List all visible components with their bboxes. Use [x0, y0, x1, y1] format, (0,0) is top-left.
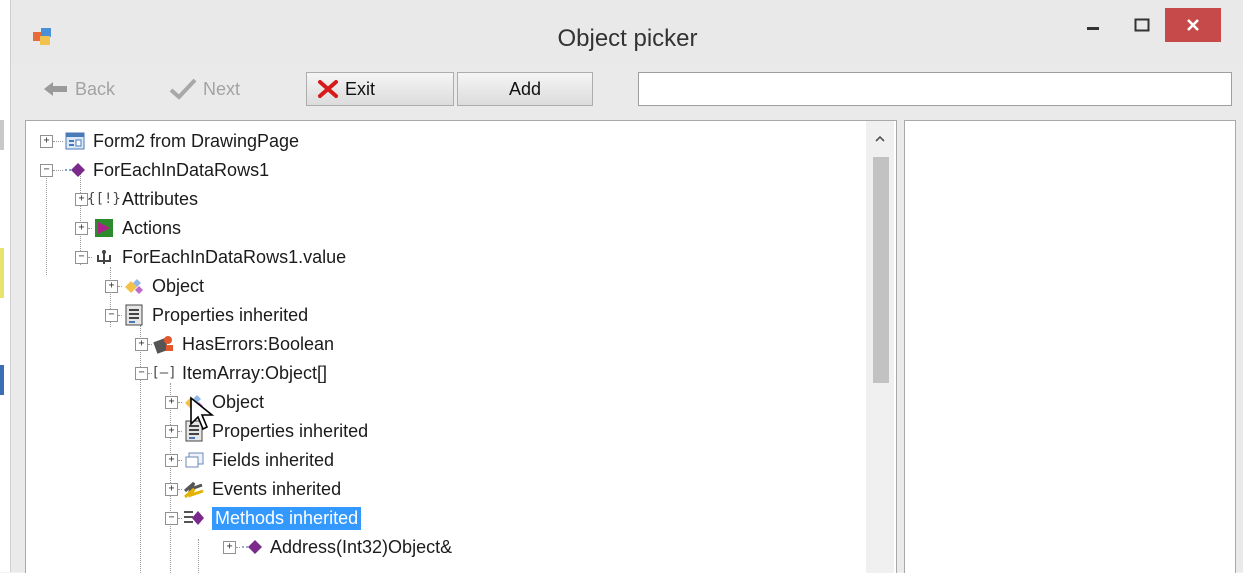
expand-toggle[interactable]: +: [165, 482, 178, 496]
tree-item-label: ItemArray:Object[]: [182, 362, 328, 383]
tree-item[interactable]: − ForEachInDataRows1: [40, 156, 269, 184]
array-icon: [–]: [151, 365, 177, 381]
details-panel: [904, 120, 1236, 573]
expand-toggle[interactable]: +: [75, 221, 88, 235]
scroll-up-button[interactable]: [866, 127, 894, 151]
collapse-toggle[interactable]: −: [165, 511, 178, 525]
window-title: Object picker: [557, 25, 698, 52]
attributes-icon: {[!}: [87, 191, 121, 207]
chevron-up-icon: [875, 135, 885, 142]
tree-connector: [53, 169, 63, 171]
tree-item-label: Fields inherited: [212, 449, 335, 470]
edge-mark: [0, 248, 4, 298]
expand-toggle[interactable]: +: [135, 337, 148, 351]
exit-button[interactable]: Exit: [306, 72, 454, 106]
mouse-cursor-icon: [190, 396, 215, 431]
back-button-label: Back: [75, 78, 116, 99]
maximize-icon: [1134, 18, 1150, 32]
tree-connector: [53, 140, 63, 142]
form-icon: [63, 130, 87, 152]
tree-item[interactable]: + Form2 from DrawingPage: [40, 127, 299, 155]
tree-item[interactable]: + Actions: [75, 214, 181, 242]
expand-toggle[interactable]: +: [165, 395, 178, 409]
tree-item-label: ForEachInDataRows1: [93, 159, 270, 180]
tree-item-label: Attributes: [122, 188, 199, 209]
tree-item[interactable]: − [–] ItemArray:Object[]: [135, 359, 327, 387]
tree-item-label: Object: [212, 391, 265, 412]
boolean-property-icon: [152, 333, 176, 355]
next-button-label: Next: [203, 78, 241, 99]
tree-item-label: Object: [152, 275, 205, 296]
back-arrow-icon: [44, 82, 67, 96]
expand-toggle[interactable]: +: [105, 279, 118, 293]
background-window-edge: [0, 0, 10, 572]
close-button[interactable]: [1165, 8, 1221, 42]
next-button[interactable]: Next: [159, 72, 289, 106]
tree-item-label: HasErrors:Boolean: [182, 333, 335, 354]
actions-icon: [92, 217, 116, 239]
expand-toggle[interactable]: +: [223, 540, 236, 554]
events-icon: [182, 478, 206, 500]
tree-item[interactable]: − ForEachInDataRows1.value: [75, 243, 346, 271]
node-icon: [63, 159, 87, 181]
tree-item-label: Events inherited: [212, 478, 342, 499]
add-button-label: Add: [508, 78, 542, 99]
edge-mark: [0, 365, 4, 395]
title-bar[interactable]: Object picker: [11, 0, 1243, 64]
properties-icon: [122, 304, 146, 326]
tree-item-label: Form2 from DrawingPage: [93, 130, 300, 151]
tree-item-label: Actions: [122, 217, 182, 238]
minimize-button[interactable]: [1070, 8, 1116, 42]
method-icon: [240, 536, 264, 558]
collapse-toggle[interactable]: −: [75, 250, 88, 264]
fields-icon: [182, 449, 206, 471]
value-icon: [92, 246, 116, 268]
scrollbar-thumb[interactable]: [873, 157, 889, 383]
edge-mark: [0, 120, 4, 150]
tree-item-label: Properties inherited: [152, 304, 309, 325]
tree-item[interactable]: − Methods inherited: [165, 504, 362, 532]
red-x-icon: [318, 80, 338, 98]
add-button[interactable]: Add: [457, 72, 593, 106]
tree-item[interactable]: + Address(Int32)Object&: [223, 533, 452, 561]
tree-item[interactable]: + Object: [105, 272, 204, 300]
tree-line: [198, 539, 199, 573]
tree-item[interactable]: + Events inherited: [165, 475, 341, 503]
tree-item[interactable]: − Properties inherited: [105, 301, 308, 329]
object-icon: [122, 275, 146, 297]
object-picker-window: Object picker Back Next Exit Add + Form2…: [10, 0, 1243, 573]
collapse-toggle[interactable]: −: [40, 163, 53, 177]
tree-item-label: ForEachInDataRows1.value: [122, 246, 347, 267]
expand-toggle[interactable]: +: [165, 424, 178, 438]
collapse-toggle[interactable]: −: [135, 366, 148, 380]
expand-toggle[interactable]: +: [165, 453, 178, 467]
back-button[interactable]: Back: [35, 72, 143, 106]
toolbar: Back Next Exit Add: [11, 64, 1243, 110]
search-input[interactable]: [638, 72, 1232, 106]
expand-toggle[interactable]: +: [75, 192, 88, 206]
close-icon: [1187, 19, 1199, 31]
minimize-icon: [1087, 27, 1099, 30]
collapse-toggle[interactable]: −: [105, 308, 118, 322]
tree-item[interactable]: + HasErrors:Boolean: [135, 330, 334, 358]
tree-item[interactable]: + {[!} Attributes: [75, 185, 198, 213]
maximize-button[interactable]: [1119, 8, 1165, 42]
tree-item[interactable]: + Fields inherited: [165, 446, 334, 474]
tree-item-label-selected: Methods inherited: [212, 506, 362, 530]
exit-button-label: Exit: [345, 78, 376, 99]
expand-toggle[interactable]: +: [40, 134, 53, 148]
tree-scrollbar[interactable]: [866, 121, 894, 573]
object-tree[interactable]: + Form2 from DrawingPage − ForEachInData…: [25, 120, 897, 573]
methods-icon: [182, 507, 206, 529]
checkmark-icon: [169, 78, 197, 100]
tree-item-label: Address(Int32)Object&: [270, 536, 453, 557]
tree-item-label: Properties inherited: [212, 420, 369, 441]
